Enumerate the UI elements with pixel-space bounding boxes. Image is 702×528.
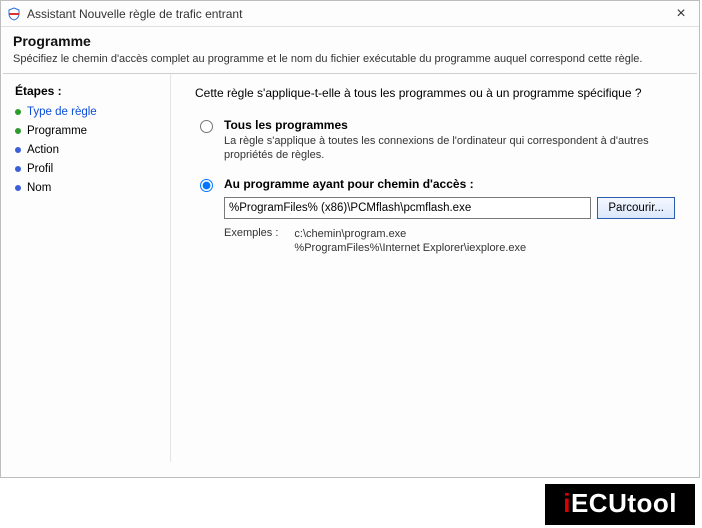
option-body: Tous les programmes La règle s'applique … <box>224 118 675 163</box>
window-title: Assistant Nouvelle règle de trafic entra… <box>27 7 669 21</box>
radio-all-programs[interactable] <box>200 120 213 133</box>
bullet-icon <box>15 128 21 134</box>
wizard-window: Assistant Nouvelle règle de trafic entra… <box>0 0 700 478</box>
bullet-icon <box>15 109 21 115</box>
step-label: Profil <box>27 163 53 175</box>
step-action[interactable]: Action <box>15 144 160 156</box>
examples-paths: c:\chemin\program.exe %ProgramFiles%\Int… <box>294 227 526 257</box>
example-path-2: %ProgramFiles%\Internet Explorer\iexplor… <box>294 241 526 256</box>
option-all-desc: La règle s'applique à toutes les connexi… <box>224 134 675 163</box>
option-path-title: Au programme ayant pour chemin d'accès : <box>224 177 675 191</box>
step-profil[interactable]: Profil <box>15 163 160 175</box>
program-path-input[interactable] <box>224 197 591 219</box>
question-text: Cette règle s'applique-t-elle à tous les… <box>195 86 675 100</box>
browse-button[interactable]: Parcourir... <box>597 197 675 219</box>
close-button[interactable]: × <box>669 5 693 23</box>
steps-sidebar: Étapes : Type de règle Programme Action … <box>1 74 171 462</box>
radio-program-path[interactable] <box>200 179 213 192</box>
step-label: Action <box>27 144 59 156</box>
step-label: Programme <box>27 125 87 137</box>
page-header: Programme Spécifiez le chemin d'accès co… <box>1 27 699 73</box>
step-type-de-regle[interactable]: Type de règle <box>15 106 160 118</box>
steps-heading: Étapes : <box>15 84 160 98</box>
option-all-programs[interactable]: Tous les programmes La règle s'applique … <box>195 118 675 163</box>
program-path-row: Parcourir... <box>224 197 675 219</box>
watermark-logo: iECUtool <box>545 484 695 525</box>
titlebar: Assistant Nouvelle règle de trafic entra… <box>1 1 699 27</box>
option-all-title: Tous les programmes <box>224 118 675 132</box>
content-pane: Cette règle s'applique-t-elle à tous les… <box>171 74 699 462</box>
page-description: Spécifiez le chemin d'accès complet au p… <box>13 53 687 65</box>
examples-label: Exemples : <box>224 227 278 257</box>
bullet-icon <box>15 166 21 172</box>
step-programme[interactable]: Programme <box>15 125 160 137</box>
watermark-prefix: i <box>563 488 571 519</box>
firewall-shield-icon <box>7 7 21 21</box>
wizard-body: Étapes : Type de règle Programme Action … <box>1 74 699 462</box>
bullet-icon <box>15 147 21 153</box>
watermark-rest: ECUtool <box>571 488 677 519</box>
example-path-1: c:\chemin\program.exe <box>294 227 526 242</box>
step-label: Type de règle <box>27 106 97 118</box>
step-nom[interactable]: Nom <box>15 182 160 194</box>
option-program-path[interactable]: Au programme ayant pour chemin d'accès :… <box>195 177 675 257</box>
option-body: Au programme ayant pour chemin d'accès :… <box>224 177 675 257</box>
examples-block: Exemples : c:\chemin\program.exe %Progra… <box>224 227 675 257</box>
step-label: Nom <box>27 182 51 194</box>
bullet-icon <box>15 185 21 191</box>
page-title: Programme <box>13 33 687 49</box>
